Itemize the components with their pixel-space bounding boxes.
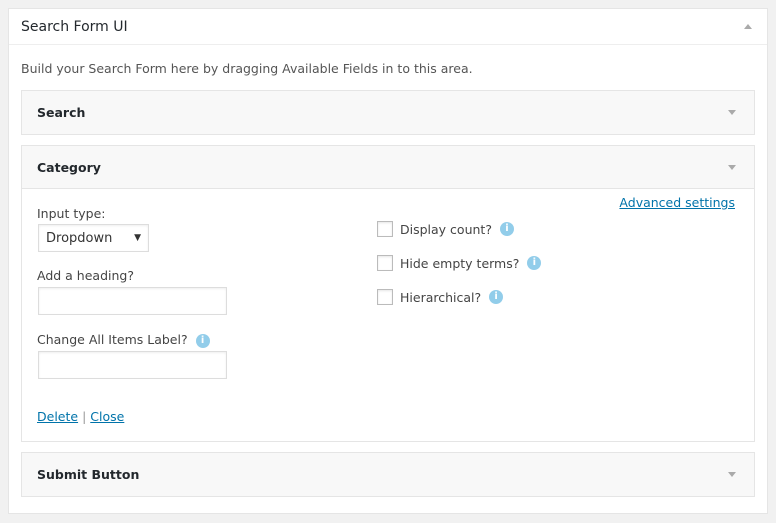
info-icon[interactable]: i: [499, 222, 514, 236]
heading-input[interactable]: [38, 287, 227, 315]
checkbox-label: Hide empty terms?: [400, 255, 520, 271]
info-icon[interactable]: i: [489, 290, 504, 304]
field-title: Search: [37, 105, 86, 120]
collapse-arrow-icon[interactable]: [728, 164, 736, 170]
field-search: Search: [21, 90, 755, 135]
expand-arrow-icon[interactable]: [728, 110, 736, 115]
field-search-header[interactable]: Search: [22, 91, 754, 134]
field-title: Category: [37, 159, 101, 175]
input-type-select[interactable]: Dropdown ▼: [38, 224, 149, 252]
display-count-checkbox[interactable]: Display count? i: [377, 221, 514, 237]
checkbox-label: Hierarchical?: [400, 289, 482, 305]
hierarchical-checkbox[interactable]: Hierarchical? i: [377, 289, 504, 305]
all-items-label-text: Change All Items Label?: [37, 332, 188, 347]
advanced-settings-link[interactable]: Advanced settings: [619, 195, 735, 210]
close-link[interactable]: Close: [90, 409, 124, 424]
info-icon[interactable]: i: [527, 256, 542, 270]
all-items-label: Change All Items Label? i: [37, 332, 210, 348]
checkbox[interactable]: [377, 289, 393, 305]
field-category: Category Input type: Dropdown ▼ Add a he…: [21, 145, 755, 442]
delete-link[interactable]: Delete: [37, 409, 78, 424]
separator: |: [82, 409, 87, 424]
field-submit-button: Submit Button: [21, 452, 755, 497]
checkbox[interactable]: [377, 221, 393, 237]
input-type-label: Input type:: [37, 206, 106, 221]
hide-empty-checkbox[interactable]: Hide empty terms? i: [377, 255, 542, 271]
heading-label: Add a heading?: [37, 268, 134, 283]
panel-title: Search Form UI: [21, 18, 128, 35]
dropdown-arrow-icon: ▼: [134, 233, 141, 243]
expand-arrow-icon[interactable]: [728, 472, 736, 477]
panel-header[interactable]: Search Form UI: [9, 9, 767, 45]
input-type-value: Dropdown: [46, 230, 113, 246]
checkbox-label: Display count?: [400, 221, 492, 237]
checkbox[interactable]: [377, 255, 393, 271]
all-items-input[interactable]: [38, 351, 227, 379]
field-title: Submit Button: [37, 467, 140, 482]
field-actions: Delete | Close: [37, 409, 124, 424]
field-category-header[interactable]: Category: [22, 146, 754, 189]
field-submit-header[interactable]: Submit Button: [22, 453, 754, 496]
panel-intro: Build your Search Form here by dragging …: [21, 61, 473, 76]
search-form-ui-panel: Search Form UI Build your Search Form he…: [8, 8, 768, 514]
collapse-arrow-icon[interactable]: [744, 24, 752, 29]
info-icon[interactable]: i: [195, 333, 210, 348]
